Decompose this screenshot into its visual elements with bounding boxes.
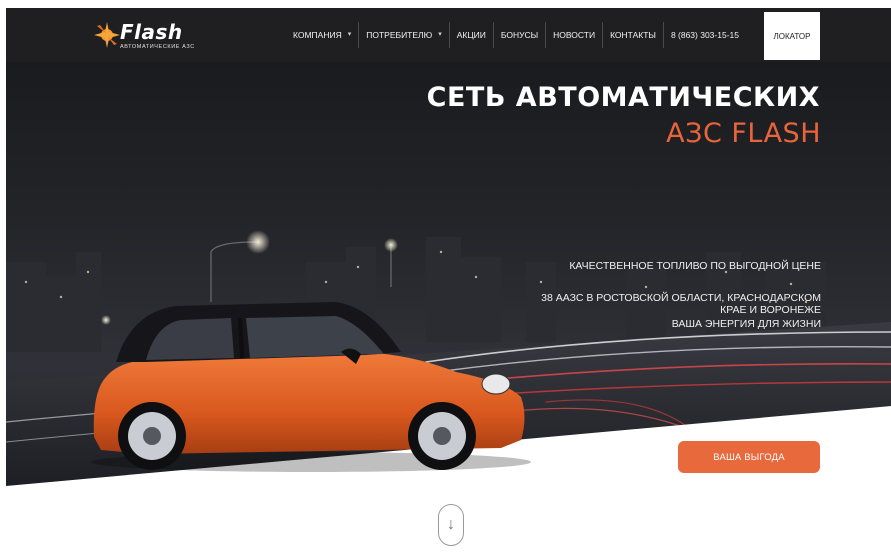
phone-number: 8 (863) 303-15-15 bbox=[670, 30, 739, 40]
site-header: Flash АВТОМАТИЧЕСКИЕ АЗС КОМПАНИЯ ▾ ПОТР… bbox=[6, 8, 891, 62]
nav-item-promotions[interactable]: АКЦИИ bbox=[448, 22, 493, 48]
arrow-down-icon: ↓ bbox=[447, 516, 455, 533]
locator-button[interactable]: ЛОКАТОР bbox=[764, 12, 820, 60]
hero-tagline-quality: КАЧЕСТВЕННОЕ ТОПЛИВО ПО ВЫГОДНОЙ ЦЕНЕ bbox=[569, 260, 821, 272]
logo[interactable]: Flash АВТОМАТИЧЕСКИЕ АЗС bbox=[90, 18, 200, 54]
chevron-down-icon: ▾ bbox=[347, 31, 352, 38]
nav-item-label: КОНТАКТЫ bbox=[610, 30, 656, 40]
nav-item-label: БОНУСЫ bbox=[500, 30, 539, 40]
nav-item-label: ПОТРЕБИТЕЛЮ bbox=[366, 30, 433, 40]
nav-item-news[interactable]: НОВОСТИ bbox=[545, 22, 602, 48]
nav-item-label: КОМПАНИЯ bbox=[293, 30, 342, 40]
nav-item-company[interactable]: КОМПАНИЯ ▾ bbox=[286, 22, 358, 48]
chevron-down-icon: ▾ bbox=[438, 31, 442, 38]
logo-subtitle: АВТОМАТИЧЕСКИЕ АЗС bbox=[120, 44, 195, 50]
nav-item-label: НОВОСТИ bbox=[553, 30, 596, 40]
nav-item-bonuses[interactable]: БОНУСЫ bbox=[492, 22, 545, 48]
nav-item-contacts[interactable]: КОНТАКТЫ bbox=[602, 22, 663, 48]
page: Flash АВТОМАТИЧЕСКИЕ АЗС КОМПАНИЯ ▾ ПОТР… bbox=[6, 8, 891, 560]
nav-item-label: АКЦИИ bbox=[456, 30, 486, 40]
hero-tagline-stations: 38 ААЗС В РОСТОВСКОЙ ОБЛАСТИ, КРАСНОДАРС… bbox=[541, 292, 821, 316]
nav-item-consumers[interactable]: ПОТРЕБИТЕЛЮ ▾ bbox=[358, 22, 448, 48]
flash-star-icon bbox=[94, 22, 120, 48]
hero-title-line2: АЗС FLASH bbox=[666, 118, 821, 149]
hero-title-line1: СЕТЬ АВТОМАТИЧЕСКИХ bbox=[426, 82, 820, 113]
main-nav: КОМПАНИЯ ▾ ПОТРЕБИТЕЛЮ ▾ АКЦИИ БОНУСЫ НО… bbox=[286, 8, 746, 62]
nav-item-phone[interactable]: 8 (863) 303-15-15 bbox=[662, 22, 746, 48]
logo-word: Flash bbox=[120, 20, 183, 44]
your-benefit-button[interactable]: ВАША ВЫГОДА bbox=[678, 441, 820, 473]
scroll-down-button[interactable]: ↓ bbox=[438, 504, 464, 546]
hero-tagline-energy: ВАША ЭНЕРГИЯ ДЛЯ ЖИЗНИ bbox=[671, 318, 821, 330]
hero-banner: СЕТЬ АВТОМАТИЧЕСКИХ АЗС FLASH КАЧЕСТВЕНН… bbox=[6, 62, 891, 486]
